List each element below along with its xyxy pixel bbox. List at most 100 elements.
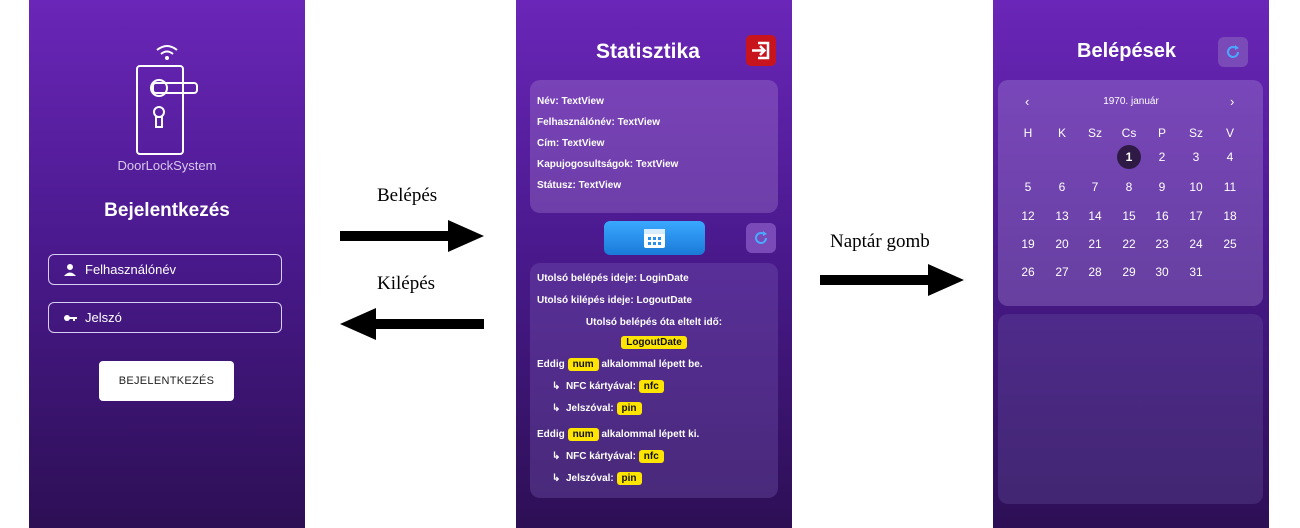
pin-label: Jelszóval: [565,403,614,414]
statistics-screen: Statisztika Név: TextView Felhasználónév… [516,0,792,528]
logouts-nfc-badge: nfc [638,450,664,463]
entries-list-panel [998,314,1263,504]
logins-suffix: alkalommal lépett be. [601,359,703,370]
gate-permissions-line: Kapujogosultságok: TextView [537,159,679,170]
weekday-label: P [1157,126,1166,140]
refresh-icon [1227,45,1239,58]
calendar-day[interactable]: 22 [1117,237,1141,251]
elapsed-label: Utolsó belépés óta eltelt idő: [585,317,723,328]
nfc-label: NFC kártyával: [565,451,636,462]
calendar-day[interactable]: 7 [1083,180,1107,194]
calendar-button[interactable] [604,221,705,255]
calendar-day[interactable]: 17 [1184,209,1208,223]
weekday-label: Sz [1188,126,1203,140]
logins-count-badge: num [567,358,599,371]
subitem-arrow-icon: ↳ [552,473,561,484]
subitem-arrow-icon: ↳ [552,381,561,392]
calendar-day[interactable]: 3 [1184,150,1208,164]
page-title: Belépések [1077,40,1176,62]
calendar-day[interactable]: 14 [1083,209,1107,223]
username-line: Felhasználónév: TextView [537,117,661,128]
login-flow-label: Belépés [377,185,438,206]
entries-screen: Belépések ‹ › 1970. január H K Sz Cs P Sz V 1 2 3… [993,0,1269,528]
weekday-label: H [1023,126,1033,140]
calendar-day[interactable]: 18 [1218,209,1242,223]
calendar-day[interactable]: 2 [1150,150,1174,164]
logouts-pin-line: ↳ Jelszóval: pin [552,472,642,485]
key-icon [64,314,77,321]
refresh-icon [755,231,767,244]
refresh-button[interactable] [746,223,776,253]
password-input[interactable]: Jelszó [48,302,282,333]
calendar-day[interactable]: 23 [1150,237,1174,251]
calendar-icon [644,229,665,248]
calendar-day[interactable]: 5 [1016,180,1040,194]
calendar-day[interactable]: 29 [1117,265,1141,279]
weekday-label: V [1225,126,1234,140]
calendar-day[interactable]: 19 [1016,237,1040,251]
logins-nfc-badge: nfc [638,380,664,393]
calendar-day[interactable]: 15 [1117,209,1141,223]
login-screen: DoorLockSystem Bejelentkezés Felhasználó… [29,0,305,528]
weekday-label: Sz [1087,126,1102,140]
nfc-label: NFC kártyával: [565,381,636,392]
calendar-day[interactable]: 11 [1218,180,1242,194]
weekday-label: K [1057,126,1066,140]
calendar-day[interactable]: 12 [1016,209,1040,223]
weekday-label: Cs [1121,126,1137,140]
calendar-day[interactable]: 28 [1083,265,1107,279]
username-input[interactable]: Felhasználónév [48,254,282,285]
calendar-day[interactable]: 20 [1050,237,1074,251]
calendar-day[interactable]: 24 [1184,237,1208,251]
exit-icon [752,41,770,60]
calendar-day[interactable]: 31 [1184,265,1208,279]
logins-count-line: Eddig num alkalommal lépett be. [537,358,703,371]
arrow-right-icon [340,220,484,252]
username-placeholder: Felhasználónév [85,262,177,277]
login-stats-card: Utolsó belépés ideje: LoginDate Utolsó k… [530,263,778,498]
logouts-prefix: Eddig [537,429,565,440]
calendar-day[interactable]: 25 [1218,237,1242,251]
arrow-right-icon [820,264,964,296]
last-logout-line: Utolsó kilépés ideje: LogoutDate [537,295,693,306]
password-placeholder: Jelszó [85,310,122,325]
logouts-count-badge: num [567,428,599,441]
calendar-day[interactable]: 13 [1050,209,1074,223]
subitem-arrow-icon: ↳ [552,403,561,414]
name-line: Név: TextView [537,96,604,107]
calendar-day[interactable]: 4 [1218,150,1242,164]
calendar-day[interactable]: 10 [1184,180,1208,194]
calendar-day[interactable]: 8 [1117,180,1141,194]
calendar-day-selected[interactable]: 1 [1117,145,1141,169]
calendar-day[interactable]: 26 [1016,265,1040,279]
calendar-day[interactable]: 30 [1150,265,1174,279]
logins-pin-badge: pin [616,402,642,415]
status-line: Státusz: TextView [537,180,622,191]
subitem-arrow-icon: ↳ [552,451,561,462]
calendar-day[interactable]: 27 [1050,265,1074,279]
pin-label: Jelszóval: [565,473,614,484]
logout-flow-label: Kilépés [377,273,436,294]
logouts-suffix: alkalommal lépett ki. [601,429,700,440]
arrow-left-icon [340,308,484,340]
app-name: DoorLockSystem [117,158,217,173]
logins-prefix: Eddig [537,359,565,370]
refresh-button[interactable] [1218,37,1248,67]
calendar-day[interactable]: 21 [1083,237,1107,251]
login-button[interactable]: BEJELENTKEZÉS [99,361,234,401]
door-lock-logo-icon [136,45,198,155]
login-title: Bejelentkezés [104,200,230,221]
calendar-day[interactable]: 6 [1050,180,1074,194]
logouts-nfc-line: ↳ NFC kártyával: nfc [552,450,664,463]
calendar-day[interactable]: 9 [1150,180,1174,194]
logouts-count-line: Eddig num alkalommal lépett ki. [537,428,700,441]
calendar-flow-label: Naptár gomb [830,231,930,252]
elapsed-value-badge: LogoutDate [621,336,687,349]
person-icon [64,263,76,276]
logout-button[interactable] [746,35,776,66]
month-label: 1970. január [1103,96,1159,107]
user-info-card: Név: TextView Felhasználónév: TextView C… [530,80,778,213]
logins-nfc-line: ↳ NFC kártyával: nfc [552,380,664,393]
logins-pin-line: ↳ Jelszóval: pin [552,402,642,415]
calendar-day[interactable]: 16 [1150,209,1174,223]
